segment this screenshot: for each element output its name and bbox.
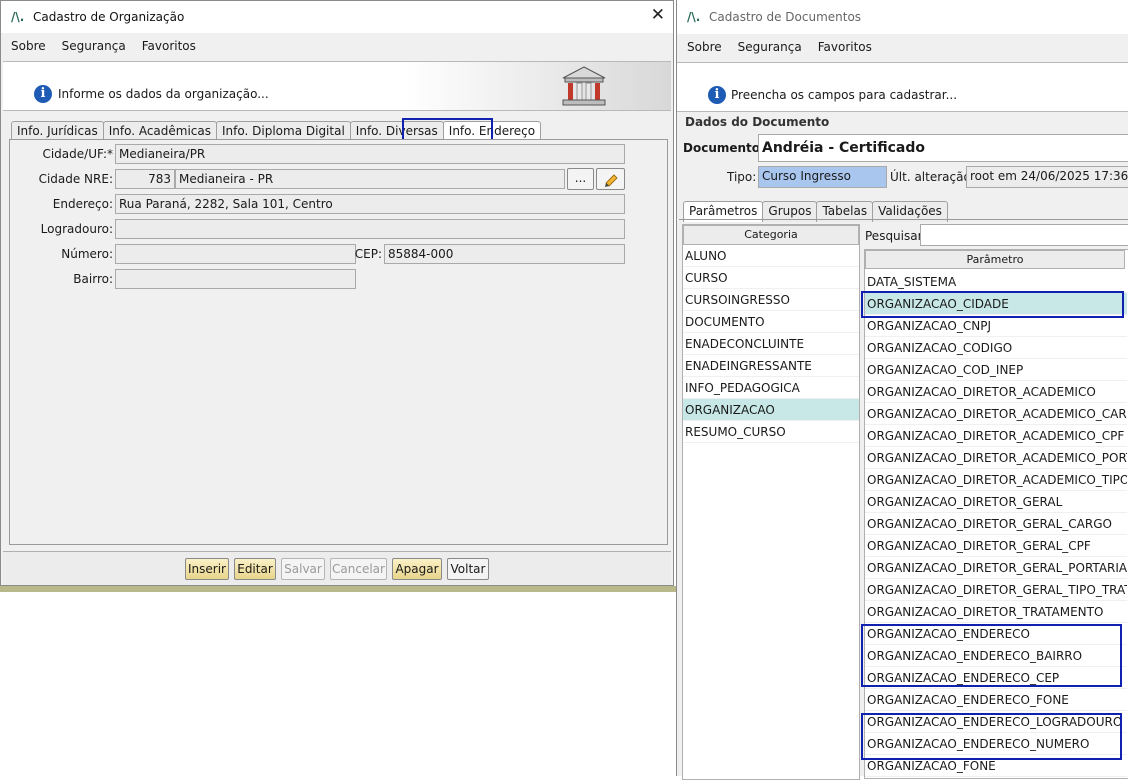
pesquisar-input[interactable] [920,224,1128,246]
app-logo-icon: /\. [11,10,25,24]
highlight-cidade [861,291,1124,318]
voltar-button[interactable]: Voltar [447,558,489,580]
right-title-bar: /\. Cadastro de Documentos [677,0,1128,34]
organization-window: /\. Cadastro de Organização ✕ Sobre Segu… [0,0,674,586]
categoria-header[interactable]: Categoria [683,225,859,245]
editar-button[interactable]: Editar [234,558,276,580]
tipo-label: Tipo: [727,170,757,184]
parametro-item[interactable]: ORGANIZACAO_DIRETOR_ACADEMICO_TIPO_... [865,469,1127,491]
right-info-banner: i Preencha os campos para cadastrar... [677,62,1128,112]
categoria-item[interactable]: DOCUMENTO [683,311,859,333]
bairro-field[interactable] [115,269,356,289]
right-window-title: Cadastro de Documentos [709,10,862,24]
endereco-label: Endereço: [52,197,113,211]
categoria-item-selected[interactable]: ORGANIZACAO [683,399,859,421]
right-banner-text: Preencha os campos para cadastrar... [731,88,958,102]
categoria-item[interactable]: RESUMO_CURSO [683,421,859,443]
categoria-item[interactable]: INFO_PEDAGOGICA [683,377,859,399]
parametro-item[interactable]: ORGANIZACAO_COD_INEP [865,359,1127,381]
ult-alteracao-label: Últ. alteração: [890,170,975,184]
tipo-field[interactable]: Curso Ingresso [758,166,887,188]
logradouro-field[interactable] [115,219,625,239]
right-info-icon: i [708,86,726,104]
documento-field[interactable]: Andréia - Certificado [758,134,1128,162]
pencil-icon [604,174,618,187]
cidade-nre-name-field[interactable]: Medianeira - PR [175,169,565,189]
parametro-item[interactable]: DATA_SISTEMA [865,271,1127,293]
numero-field[interactable] [115,244,356,264]
window-title: Cadastro de Organização [33,10,185,24]
parametro-item[interactable]: ORGANIZACAO_DIRETOR_GERAL_PORTARIA [865,557,1127,579]
categoria-item[interactable]: ENADEINGRESSANTE [683,355,859,377]
ult-alteracao-field: root em 24/06/2025 17:36 [966,166,1128,188]
endereco-field[interactable]: Rua Paraná, 2282, Sala 101, Centro [115,194,625,214]
parametro-item[interactable]: ORGANIZACAO_DIRETOR_ACADEMICO_PORT... [865,447,1127,469]
menu-favoritos[interactable]: Favoritos [142,39,196,53]
highlight-logradouro-numero [861,713,1122,760]
menu-sobre[interactable]: Sobre [11,39,46,53]
right-menu-sobre[interactable]: Sobre [687,40,722,54]
parametro-item[interactable]: ORGANIZACAO_DIRETOR_GERAL_CPF [865,535,1127,557]
logradouro-label: Logradouro: [40,222,113,236]
categoria-item[interactable]: ENADECONCLUINTE [683,333,859,355]
browse-button[interactable]: ... [567,168,594,190]
parametro-item[interactable]: ORGANIZACAO_DIRETOR_TRATAMENTO [865,601,1127,623]
documents-window: /\. Cadastro de Documentos Sobre Seguran… [676,0,1128,780]
info-banner: i Informe os dados da organização... [3,61,671,111]
categoria-item[interactable]: ALUNO [683,245,859,267]
parametro-item[interactable]: ORGANIZACAO_ENDERECO_FONE [865,689,1127,711]
categoria-item[interactable]: CURSOINGRESSO [683,289,859,311]
info-icon: i [34,85,52,103]
highlight-endereco-group [861,624,1122,687]
cep-label: CEP: [354,247,382,261]
numero-label: Número: [61,247,113,261]
pesquisar-label: Pesquisar: [865,229,927,243]
inserir-button[interactable]: Inserir [185,558,229,580]
close-icon[interactable]: ✕ [651,5,665,25]
banner-text: Informe os dados da organização... [58,87,269,101]
cidade-uf-label: Cidade/UF:* [42,147,113,161]
documento-label: Documento: [683,141,765,155]
cidade-uf-field[interactable]: Medianeira/PR [115,144,625,164]
cancelar-button[interactable]: Cancelar [330,558,387,580]
cep-field[interactable]: 85884-000 [384,244,625,264]
edit-pencil-button[interactable] [596,168,625,190]
bairro-label: Bairro: [73,272,113,286]
cidade-nre-code-field[interactable]: 783 [115,169,175,189]
menu-seguranca[interactable]: Segurança [62,39,126,53]
parametro-item[interactable]: ORGANIZACAO_DIRETOR_ACADEMICO_CARGO [865,403,1127,425]
right-menu-seguranca[interactable]: Segurança [738,40,802,54]
parametro-item[interactable]: ORGANIZACAO_CNPJ [865,315,1127,337]
parametro-header[interactable]: Parâmetro [865,250,1125,269]
right-app-logo-icon: /\. [687,10,701,24]
parametro-item[interactable]: ORGANIZACAO_DIRETOR_GERAL [865,491,1127,513]
cidade-nre-label: Cidade NRE: [38,172,113,186]
parametro-item[interactable]: ORGANIZACAO_DIRETOR_GERAL_TIPO_TRATA... [865,579,1127,601]
apagar-button[interactable]: Apagar [392,558,442,580]
dados-documento-title: Dados do Documento [685,115,830,129]
title-bar: /\. Cadastro de Organização ✕ [1,1,673,33]
bank-building-icon [562,66,606,106]
categoria-item[interactable]: CURSO [683,267,859,289]
parametro-item[interactable]: ORGANIZACAO_DIRETOR_GERAL_CARGO [865,513,1127,535]
menu-bar: Sobre Segurança Favoritos [1,33,673,59]
parametro-item[interactable]: ORGANIZACAO_DIRETOR_ACADEMICO_CPF [865,425,1127,447]
parametro-item[interactable]: ORGANIZACAO_CODIGO [865,337,1127,359]
desktop-background [0,586,676,592]
parametro-item[interactable]: ORGANIZACAO_DIRETOR_ACADEMICO [865,381,1127,403]
right-menu-bar: Sobre Segurança Favoritos [677,34,1128,60]
right-menu-favoritos[interactable]: Favoritos [818,40,872,54]
salvar-button[interactable]: Salvar [281,558,325,580]
